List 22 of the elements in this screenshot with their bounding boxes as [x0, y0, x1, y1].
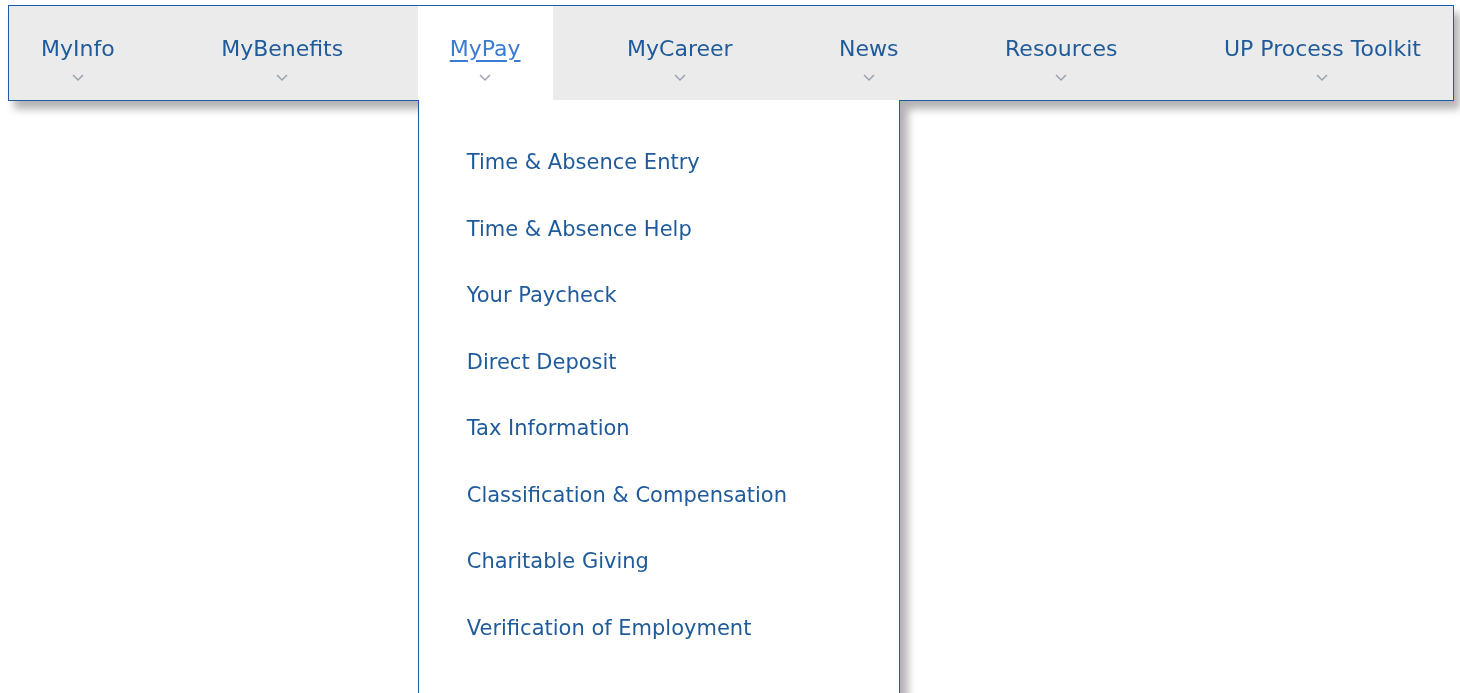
- chevron-down-icon: [673, 74, 686, 82]
- dropdown-item[interactable]: Time & Absence Help: [466, 213, 692, 244]
- chevron-down-icon: [71, 74, 84, 82]
- nav-tab[interactable]: Resources: [973, 6, 1150, 101]
- chevron-down-icon: [479, 74, 492, 82]
- dropdown-item[interactable]: Charitable Giving: [466, 546, 649, 576]
- dropdown-item[interactable]: Direct Deposit: [466, 346, 617, 377]
- chevron-down-icon: [1055, 74, 1068, 82]
- nav-tab[interactable]: MyCareer: [595, 6, 765, 101]
- nav-tab[interactable]: MyBenefits: [189, 6, 376, 101]
- nav-tab[interactable]: MyInfo: [9, 6, 147, 101]
- chevron-down-icon: [1316, 74, 1329, 82]
- nav-tab[interactable]: News: [807, 6, 931, 101]
- chevron-down-icon: [862, 74, 875, 82]
- dropdown-item[interactable]: Classification & Compensation: [466, 479, 787, 510]
- dropdown-item[interactable]: Tax Information: [466, 413, 630, 443]
- nav-tab[interactable]: MyPay: [417, 6, 553, 101]
- nav-tab[interactable]: UP Process Toolkit: [1191, 6, 1453, 101]
- chevron-down-icon: [276, 74, 289, 82]
- dropdown-item[interactable]: Time & Absence Entry: [466, 147, 700, 177]
- dropdown-item[interactable]: Your Paycheck: [466, 280, 617, 310]
- dropdown-item[interactable]: Verification of Employment: [466, 612, 752, 643]
